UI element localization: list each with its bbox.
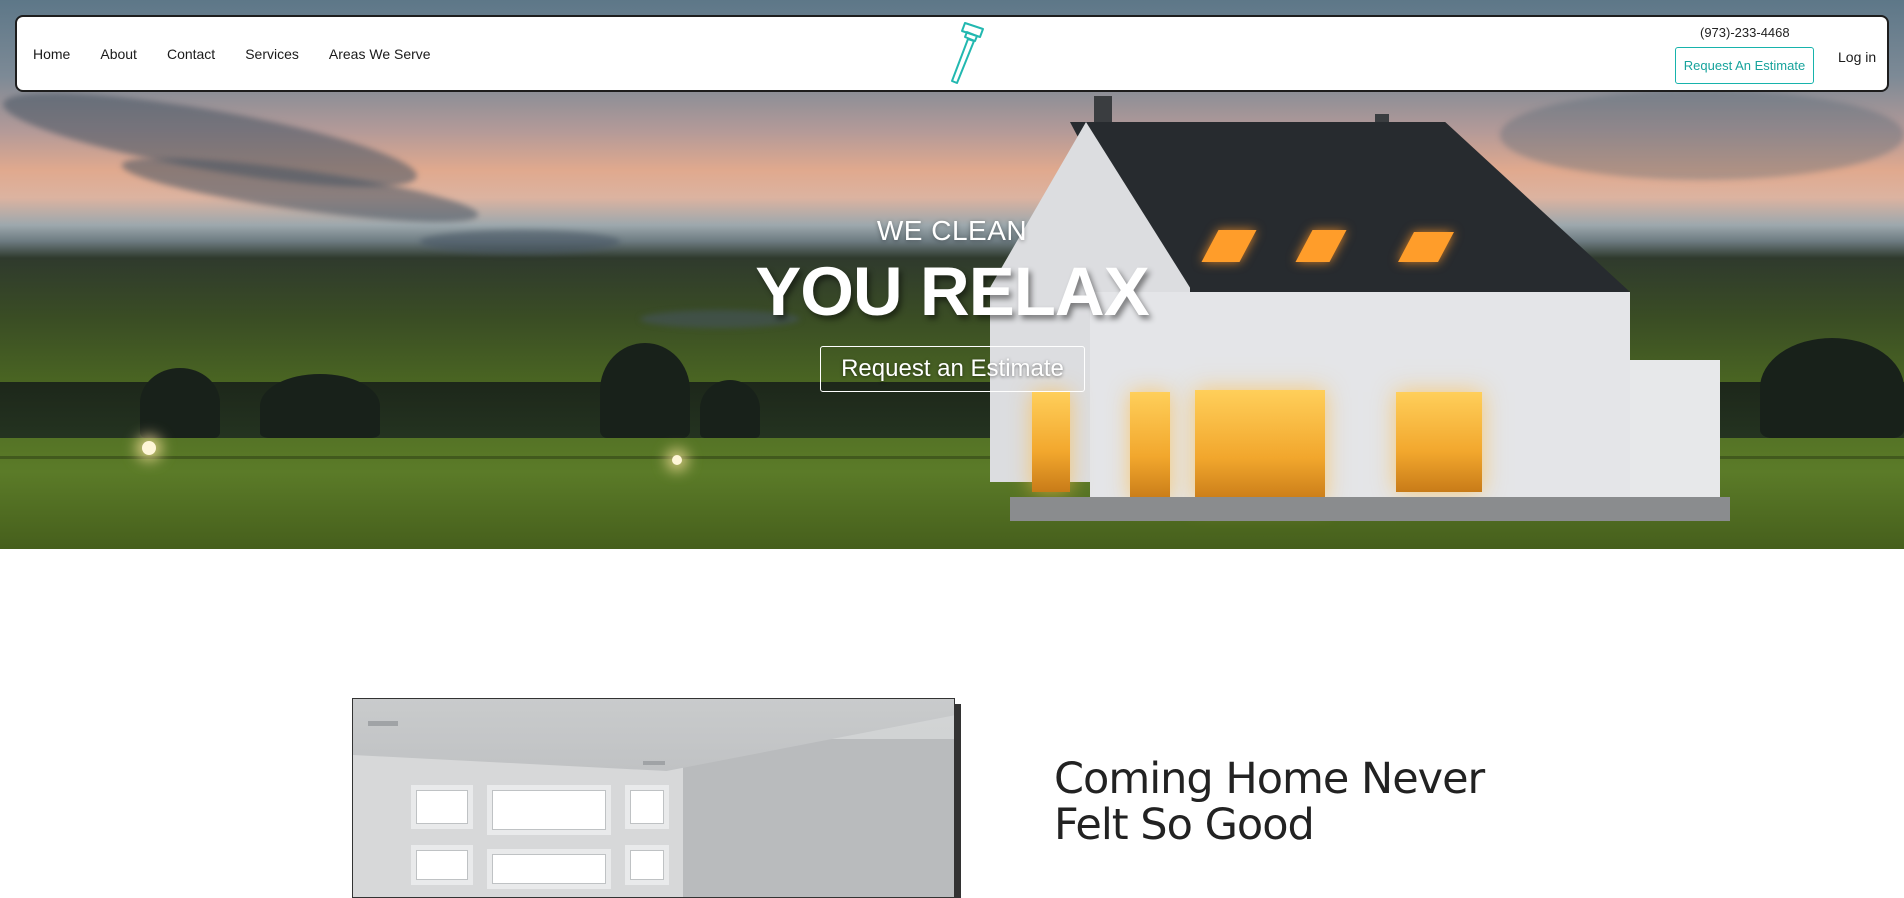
window-lit	[1396, 392, 1482, 492]
login-link[interactable]: Log in	[1838, 49, 1876, 65]
room-window	[411, 845, 473, 885]
header-navbar: Home About Contact Services Areas We Ser…	[15, 15, 1889, 92]
section-headline: Coming Home Never Felt So Good	[1054, 754, 1485, 850]
window-lit	[1195, 390, 1325, 502]
deck	[1010, 497, 1730, 521]
room-window	[625, 845, 669, 885]
squeegee-icon[interactable]	[937, 19, 989, 87]
house-annex	[1630, 360, 1720, 502]
window-lit	[1032, 392, 1070, 492]
garden-light	[142, 441, 156, 455]
room-side-wall	[683, 739, 954, 897]
room-window	[487, 849, 611, 889]
nav-link-contact[interactable]: Contact	[167, 46, 215, 62]
clean-room-photo	[352, 698, 955, 898]
nav-link-home[interactable]: Home	[33, 46, 70, 62]
ceiling-vent	[643, 761, 665, 765]
garden-light	[672, 455, 682, 465]
room-window	[625, 785, 669, 829]
hero-subtitle: WE CLEAN	[876, 215, 1028, 246]
nav-link-about[interactable]: About	[100, 46, 137, 62]
room-window	[411, 785, 473, 829]
request-estimate-button[interactable]: Request An Estimate	[1675, 47, 1814, 84]
hero-title: YOU RELAX	[755, 253, 1150, 330]
ceiling-vent	[368, 721, 398, 726]
phone-number[interactable]: (973)-233-4468	[1700, 25, 1790, 40]
chimney	[1094, 96, 1112, 122]
main-nav: Home About Contact Services Areas We Ser…	[33, 17, 431, 90]
hero-estimate-button[interactable]: Request an Estimate	[820, 346, 1085, 392]
nav-link-services[interactable]: Services	[245, 46, 299, 62]
nav-link-areas-we-serve[interactable]: Areas We Serve	[329, 46, 431, 62]
room-window	[487, 785, 611, 835]
window-lit	[1130, 392, 1170, 500]
